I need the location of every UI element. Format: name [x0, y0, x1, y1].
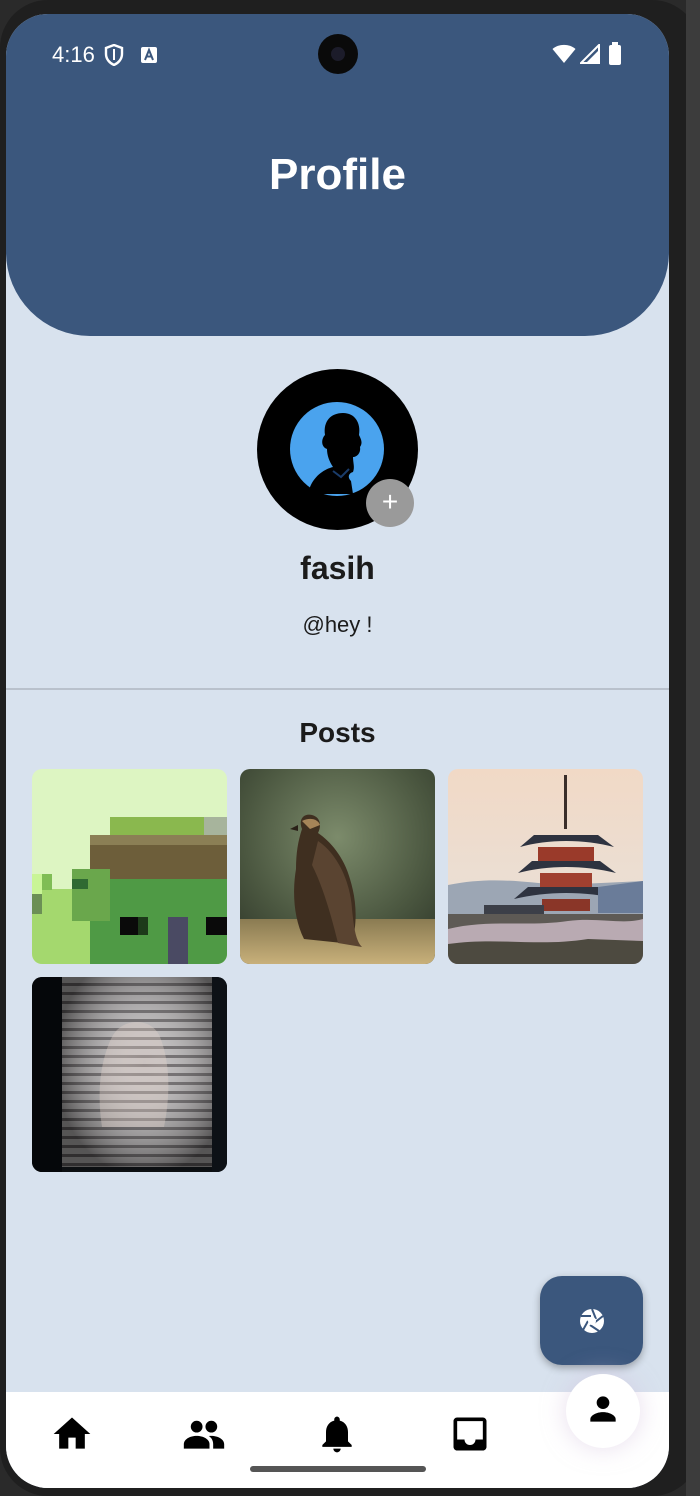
people-icon[interactable] — [182, 1412, 226, 1456]
person-icon[interactable] — [584, 1390, 622, 1428]
battery-icon — [609, 42, 621, 65]
profile-handle: @hey ! — [302, 612, 373, 637]
post-thumbnail-eagle[interactable] — [240, 769, 435, 964]
add-photo-button[interactable]: + — [366, 479, 414, 527]
page-title: Profile — [269, 150, 406, 199]
post-thumbnail-blinds[interactable] — [32, 977, 227, 1172]
blinds-photo-image — [32, 977, 227, 1172]
post-thumbnail-pagoda[interactable] — [448, 769, 643, 964]
wifi-icon — [552, 44, 576, 63]
profile-name: fasih — [300, 550, 375, 586]
eagle-photo-image — [240, 769, 435, 964]
nav-active-indicator — [566, 1374, 640, 1448]
phone-frame-edge — [686, 0, 700, 1496]
divider — [6, 688, 669, 690]
bell-icon[interactable] — [315, 1412, 359, 1456]
front-camera — [318, 34, 358, 74]
home-icon[interactable] — [50, 1412, 94, 1456]
shield-icon — [104, 44, 124, 66]
status-bar: 4:16 — [6, 14, 669, 94]
camera-aperture-icon — [580, 1308, 604, 1333]
camera-fab-button[interactable] — [540, 1276, 643, 1365]
post-thumbnail-pixel-art[interactable] — [32, 769, 227, 964]
keyboard-a-icon — [141, 47, 157, 63]
posts-heading: Posts — [299, 717, 376, 748]
pixel-art-image — [32, 769, 227, 964]
pagoda-photo-image — [448, 769, 643, 964]
inbox-icon[interactable] — [448, 1412, 492, 1456]
gesture-home-bar — [250, 1466, 426, 1472]
status-time: 4:16 — [52, 42, 95, 67]
signal-icon — [580, 44, 600, 64]
screen: 4:16 Profile + fasih @hey ! Posts — [6, 14, 669, 1488]
